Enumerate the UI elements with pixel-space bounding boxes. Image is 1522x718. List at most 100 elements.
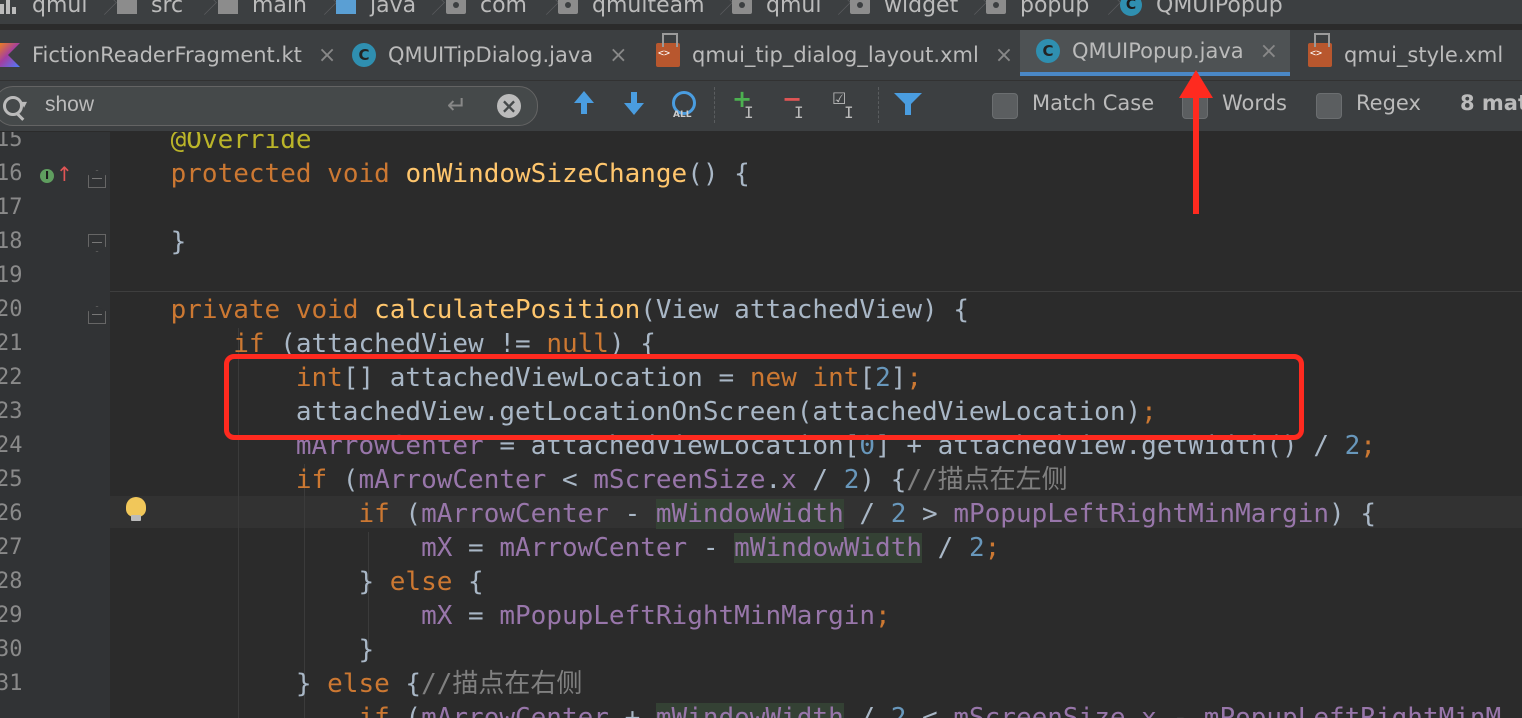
tab-label: qmui_style.xml xyxy=(1344,43,1504,67)
java-class-icon: C xyxy=(352,43,376,67)
tab-qmui-style[interactable]: qmui_style.xml xyxy=(1308,30,1522,80)
code-line[interactable]: if (mArrowCenter < mScreenSize.x / 2) {/… xyxy=(108,463,1068,497)
tab-qmui-tip-dialog-layout[interactable]: qmui_tip_dialog_layout.xml × xyxy=(656,30,1016,80)
line-number: 18 xyxy=(0,229,23,254)
close-icon[interactable]: × xyxy=(995,43,1013,68)
breadcrumb-item-java[interactable]: java xyxy=(336,0,416,23)
breadcrumb-label: popup xyxy=(1020,0,1090,18)
code-token: 2 xyxy=(1344,431,1361,461)
next-occurrence-button[interactable] xyxy=(618,89,650,121)
code-token: 2 xyxy=(968,533,985,563)
breadcrumb-item-widget[interactable]: widget xyxy=(850,0,958,23)
code-line[interactable]: } else {//描点在右侧 xyxy=(108,667,583,701)
code-token: = xyxy=(452,533,500,563)
line-number: 21 xyxy=(0,331,23,356)
breadcrumb-separator xyxy=(192,0,204,24)
search-history-dropdown-icon[interactable]: ▾ xyxy=(21,97,27,111)
override-arrow-icon[interactable]: ↑ xyxy=(56,162,73,186)
regex-checkbox[interactable] xyxy=(1316,93,1342,119)
match-case-label[interactable]: Match Case xyxy=(1032,91,1154,115)
code-token: ( xyxy=(327,465,359,495)
code-line[interactable]: protected void onWindowSizeChange() { xyxy=(108,157,750,191)
code-token: if xyxy=(358,703,390,718)
tab-qmuitipdialog[interactable]: C QMUITipDialog.java × xyxy=(352,30,642,80)
find-all-button[interactable] xyxy=(672,91,696,120)
code-token: ) { xyxy=(1329,499,1376,529)
package-icon xyxy=(558,0,578,14)
code-token: (View attachedView) { xyxy=(640,295,969,325)
clear-search-icon[interactable]: × xyxy=(497,94,521,118)
close-icon[interactable]: × xyxy=(609,43,627,68)
breadcrumb-item-qmuiteam[interactable]: qmuiteam xyxy=(558,0,705,23)
tab-fictionreaderfragment[interactable]: FictionReaderFragment.kt × xyxy=(0,30,336,80)
code-token: } xyxy=(108,635,375,665)
find-bar: ▾ ↵ × +𝙸 −𝙸 ☑𝙸 Match Case Words Regex 8 … xyxy=(0,81,1522,132)
filter-icon[interactable] xyxy=(892,89,924,121)
code-line[interactable]: @Override xyxy=(108,132,312,157)
breadcrumb-item-qmuipopup[interactable]: C QMUIPopup xyxy=(1120,0,1283,23)
code-token: - xyxy=(608,499,656,529)
code-token: } xyxy=(108,567,390,597)
override-marker-icon[interactable]: I xyxy=(40,169,54,183)
code-token: . xyxy=(765,465,782,495)
breadcrumb-label: qmuiteam xyxy=(592,0,705,18)
breadcrumb-separator xyxy=(708,0,720,24)
code-token: = xyxy=(452,601,500,631)
tab-label: qmui_tip_dialog_layout.xml xyxy=(692,43,979,67)
tab-label: FictionReaderFragment.kt xyxy=(32,43,302,67)
code-token: void xyxy=(295,295,359,325)
code-token: mPopupLeftRightMinMargin xyxy=(953,499,1330,529)
previous-occurrence-button[interactable] xyxy=(568,89,600,121)
code-line[interactable]: } else { xyxy=(108,565,484,599)
line-number: 30 xyxy=(0,637,23,662)
breadcrumb-item-popup[interactable]: popup xyxy=(986,0,1089,23)
tab-qmuipopup[interactable]: C QMUIPopup.java × xyxy=(1020,30,1290,76)
breadcrumb-item-src[interactable]: src xyxy=(117,0,183,23)
code-line[interactable]: } xyxy=(108,633,374,667)
match-case-checkbox[interactable] xyxy=(992,93,1018,119)
code-token: ( xyxy=(389,703,422,718)
search-icon[interactable] xyxy=(3,96,23,116)
class-icon: C xyxy=(1120,0,1142,16)
code-token: mPopupLeftRightMinMargin xyxy=(499,601,876,631)
line-number: 31 xyxy=(0,671,23,696)
code-token: mArrowCenter xyxy=(358,465,547,495)
breadcrumb-item-com[interactable]: com xyxy=(446,0,527,23)
toolbar-divider xyxy=(878,87,880,123)
breadcrumb-separator xyxy=(534,0,546,24)
line-number: 17 xyxy=(0,195,23,220)
search-input[interactable] xyxy=(45,90,425,120)
breadcrumb-item-qmui[interactable]: qmui xyxy=(0,0,87,23)
breadcrumb-item-main[interactable]: main xyxy=(218,0,307,23)
breadcrumb-label: widget xyxy=(884,0,959,18)
package-icon xyxy=(446,0,466,14)
annotation-arrow-head xyxy=(1179,70,1213,98)
code-token: if xyxy=(295,465,328,495)
code-token: onWindowSizeChange xyxy=(405,159,688,189)
add-occurrence-button[interactable]: + 𝙸 xyxy=(730,87,762,122)
code-token: { xyxy=(452,567,484,597)
breadcrumb-separator xyxy=(962,0,974,24)
words-label[interactable]: Words xyxy=(1222,91,1287,115)
code-token: { xyxy=(389,669,422,699)
select-all-occurrences-button[interactable]: ☑ 𝙸 xyxy=(830,89,862,122)
line-number: 26 xyxy=(0,501,23,526)
regex-label[interactable]: Regex xyxy=(1356,91,1421,115)
code-line[interactable]: private void calculatePosition(View atta… xyxy=(108,293,969,327)
package-icon xyxy=(850,0,870,14)
code-line[interactable]: mX = mPopupLeftRightMinMargin; xyxy=(108,599,891,633)
code-line[interactable]: if (mArrowCenter + mWindowWidth / 2 < mS… xyxy=(108,701,1501,718)
code-line[interactable]: mX = mArrowCenter - mWindowWidth / 2; xyxy=(108,531,1000,565)
xml-file-icon xyxy=(1308,33,1332,67)
code-token: mWindowWidth xyxy=(734,533,923,563)
remove-occurrence-button[interactable]: − 𝙸 xyxy=(780,87,812,122)
breadcrumb-label: qmui xyxy=(32,0,88,18)
package-icon xyxy=(986,0,1006,14)
close-icon[interactable]: × xyxy=(1260,39,1278,64)
close-icon[interactable]: × xyxy=(318,43,336,68)
code-line[interactable]: if (mArrowCenter - mWindowWidth / 2 > mP… xyxy=(108,497,1376,531)
breadcrumb-item-qmui[interactable]: qmui xyxy=(732,0,821,23)
code-line[interactable]: } xyxy=(108,225,187,259)
